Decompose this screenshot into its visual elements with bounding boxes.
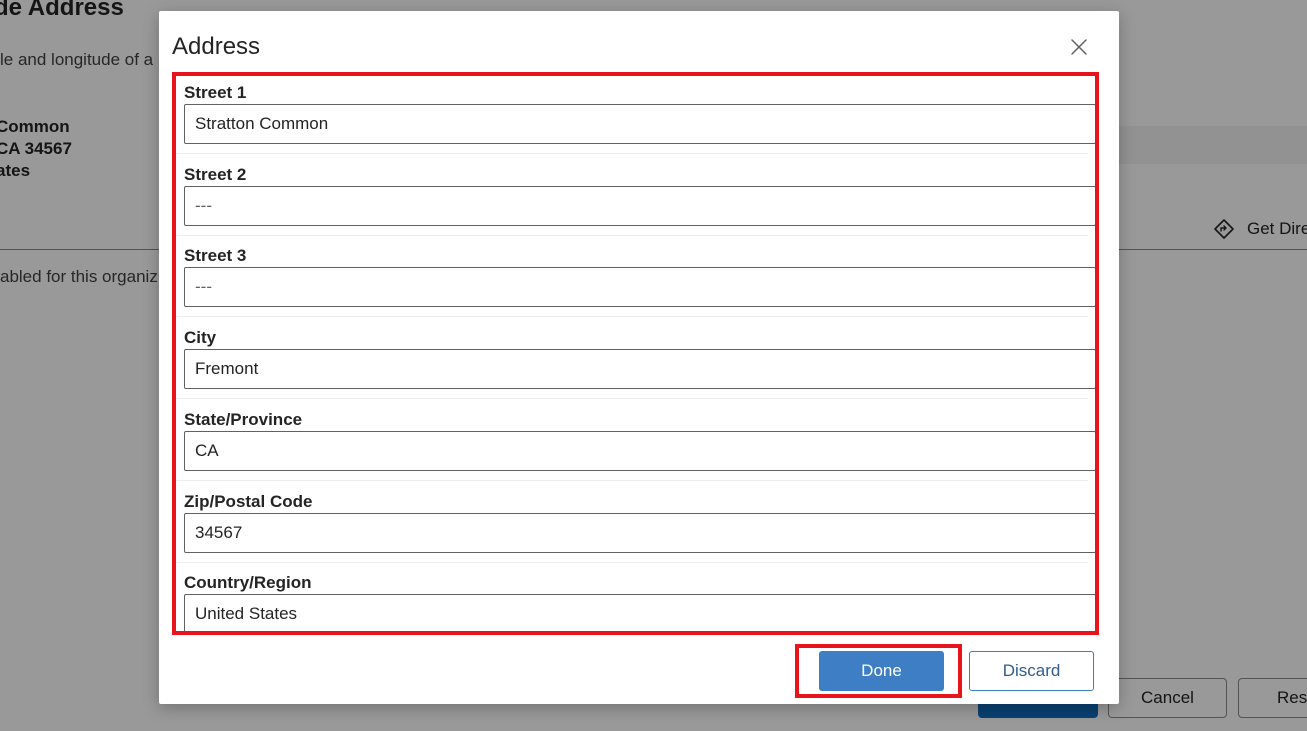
city-label: City bbox=[184, 328, 217, 347]
zip-input[interactable] bbox=[184, 513, 1095, 553]
street1-label: Street 1 bbox=[184, 83, 247, 102]
street3-field: Street 3 bbox=[184, 245, 1095, 307]
field-separator bbox=[176, 480, 1088, 481]
country-input[interactable] bbox=[184, 594, 1095, 631]
close-icon bbox=[1071, 39, 1087, 55]
state-input[interactable] bbox=[184, 431, 1095, 471]
discard-button[interactable]: Discard bbox=[969, 651, 1094, 691]
field-separator bbox=[176, 398, 1088, 399]
city-input[interactable] bbox=[184, 349, 1095, 389]
done-button[interactable]: Done bbox=[819, 651, 944, 691]
city-field: City bbox=[184, 327, 1095, 389]
country-label: Country/Region bbox=[184, 573, 312, 592]
state-label: State/Province bbox=[184, 410, 303, 429]
field-separator bbox=[176, 562, 1088, 563]
address-fields-section: Street 1 Street 2 Street 3 City State/Pr… bbox=[172, 72, 1099, 635]
dialog-title: Address bbox=[172, 33, 261, 60]
street3-label: Street 3 bbox=[184, 246, 247, 265]
field-separator bbox=[176, 316, 1088, 317]
zip-field: Zip/Postal Code bbox=[184, 491, 1095, 553]
street2-input[interactable] bbox=[184, 186, 1095, 226]
street3-input[interactable] bbox=[184, 267, 1095, 307]
street1-field: Street 1 bbox=[184, 82, 1095, 144]
field-separator bbox=[176, 235, 1088, 236]
field-separator bbox=[176, 153, 1088, 154]
street2-field: Street 2 bbox=[184, 164, 1095, 226]
zip-label: Zip/Postal Code bbox=[184, 492, 313, 511]
street1-input[interactable] bbox=[184, 104, 1095, 144]
country-field: Country/Region bbox=[184, 572, 1095, 631]
address-dialog: Address Street 1 Street 2 Street 3 City … bbox=[159, 11, 1119, 704]
street2-label: Street 2 bbox=[184, 165, 247, 184]
state-field: State/Province bbox=[184, 409, 1095, 471]
close-button[interactable] bbox=[1065, 33, 1093, 61]
